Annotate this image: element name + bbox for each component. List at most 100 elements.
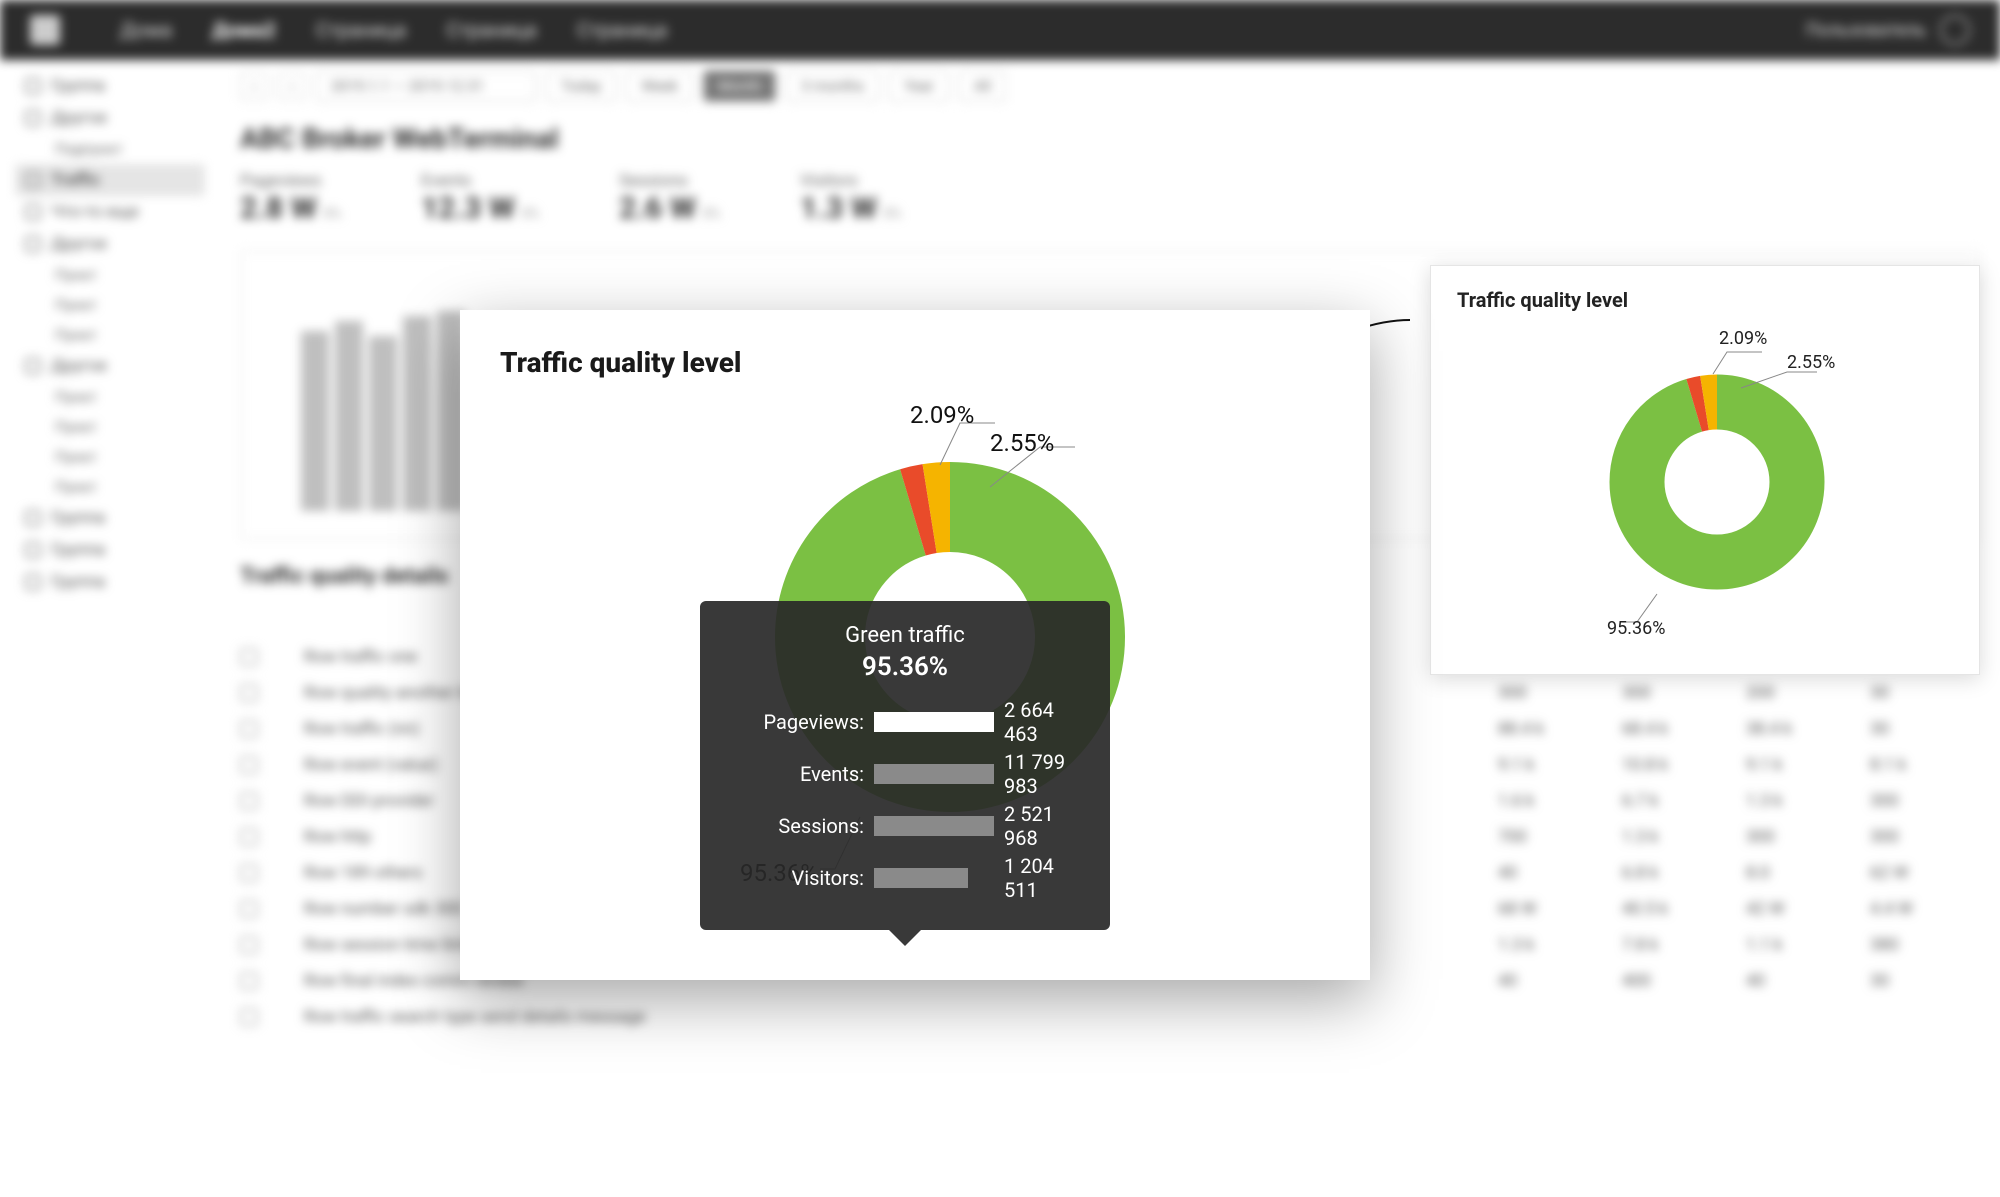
row-value: 300 [1498, 683, 1608, 703]
row-value: 40 [1498, 863, 1608, 883]
row-value: 6.8 k [1622, 863, 1732, 883]
avatar-icon [1940, 15, 1970, 45]
tooltip-bar [874, 712, 994, 732]
sidebar-item[interactable]: Что-то еще [15, 196, 205, 228]
row-value: 380 [1870, 935, 1980, 955]
sidebar: Группа Другое Подпункт Traffic Что-то ещ… [15, 70, 205, 598]
sidebar-icon [25, 78, 41, 94]
tooltip-metric-value: 11 799 983 [1004, 750, 1086, 798]
nav-item[interactable]: Дома [120, 18, 172, 42]
preset-week[interactable]: Week [626, 70, 693, 102]
sidebar-item[interactable]: Другое [15, 102, 205, 134]
row-checkbox[interactable] [240, 936, 258, 954]
date-range-display[interactable]: 2019.1.1 — 2019.12.31 [316, 70, 536, 102]
traffic-quality-small-panel: Traffic quality level 2.09% 2.55% 95.36% [1430, 265, 1980, 675]
sidebar-icon [25, 510, 41, 526]
sidebar-icon [25, 110, 41, 126]
row-value: 4.4 W [1870, 899, 1980, 919]
sidebar-subitem[interactable]: Пункт [15, 442, 205, 472]
row-value: 8.1 k [1870, 755, 1980, 775]
row-checkbox[interactable] [240, 648, 258, 666]
tooltip-metric-value: 2 521 968 [1004, 802, 1086, 850]
big-label-yellow: 2.55% [990, 429, 1054, 457]
next-period-button[interactable]: › [278, 72, 306, 100]
sidebar-item[interactable]: Другое [15, 350, 205, 382]
row-checkbox[interactable] [240, 972, 258, 990]
row-value: 1.3 k [1622, 827, 1732, 847]
row-value: 6.7 k [1622, 791, 1732, 811]
sidebar-subitem[interactable]: Подпункт [15, 134, 205, 164]
row-value: 1.3 k [1746, 791, 1856, 811]
tooltip-title: Green traffic [724, 623, 1086, 648]
kpi-row: Pageviews 2.8 W0% Events 12.3 W0% Sessio… [240, 171, 1980, 226]
sidebar-item[interactable]: Группа [15, 502, 205, 534]
sidebar-item[interactable]: Группа [15, 566, 205, 598]
row-value: 68.4 k [1622, 719, 1732, 739]
sidebar-subitem[interactable]: Пункт [15, 260, 205, 290]
row-value: 40 [1746, 971, 1856, 991]
nav-item[interactable]: Страница [446, 18, 537, 42]
preset-month[interactable]: Month [703, 70, 776, 102]
date-range-row: ‹ › 2019.1.1 — 2019.12.31 Today Week Mon… [240, 70, 1980, 102]
sidebar-subitem[interactable]: Пункт [15, 412, 205, 442]
sidebar-subitem[interactable]: Пункт [15, 290, 205, 320]
row-value: 30 [1870, 971, 1980, 991]
sidebar-icon [25, 236, 41, 252]
nav-item[interactable]: Страница [316, 18, 407, 42]
tooltip-metric-value: 1 204 511 [1004, 854, 1086, 902]
row-value: 1.6 k [1498, 791, 1608, 811]
row-checkbox[interactable] [240, 1008, 258, 1026]
sidebar-icon [25, 542, 41, 558]
row-value: 30 [1870, 719, 1980, 739]
topbar: Дома Дома2 Страница Страница Страница По… [0, 0, 2000, 60]
preset-year[interactable]: Year [889, 70, 949, 102]
tooltip-metric-value: 2 664 463 [1004, 698, 1086, 746]
page-title: ABC Broker WebTerminal [240, 122, 1980, 155]
row-checkbox[interactable] [240, 792, 258, 810]
tooltip-row: Sessions: 2 521 968 [724, 802, 1086, 850]
kpi-sessions: Sessions 2.6 W0% [619, 171, 720, 226]
row-checkbox[interactable] [240, 828, 258, 846]
tooltip-row: Events:11 799 983 [724, 750, 1086, 798]
row-value: 1.3 k [1498, 935, 1608, 955]
small-panel-title: Traffic quality level [1457, 288, 1953, 312]
tooltip-metric-label: Sessions: [724, 814, 864, 838]
sidebar-subitem[interactable]: Пункт [15, 382, 205, 412]
row-checkbox[interactable] [240, 864, 258, 882]
sidebar-item-traffic[interactable]: Traffic [15, 164, 205, 196]
nav-item[interactable]: Страница [577, 18, 668, 42]
row-value: 40.5 k [1622, 899, 1732, 919]
row-value: 1.1 k [1746, 935, 1856, 955]
kpi-visitors: Visitors 1.3 W0% [800, 171, 901, 226]
row-checkbox[interactable] [240, 756, 258, 774]
user-area[interactable]: Пользователь [1806, 15, 1970, 45]
preset-all[interactable]: All [959, 70, 1006, 102]
preset-today[interactable]: Today [546, 70, 616, 102]
row-value: 42 W [1746, 899, 1856, 919]
row-value: 300 [1870, 791, 1980, 811]
sidebar-subitem[interactable]: Пункт [15, 472, 205, 502]
nav-item[interactable]: Дома2 [212, 18, 276, 42]
row-value: 300 [1622, 683, 1732, 703]
row-value: 400 [1622, 971, 1732, 991]
row-value: 700 [1498, 827, 1608, 847]
row-checkbox[interactable] [240, 684, 258, 702]
row-value: 7.8 k [1622, 935, 1732, 955]
tooltip-bar [874, 816, 994, 836]
row-value: 88.4 k [1498, 719, 1608, 739]
tooltip-row: Visitors:1 204 511 [724, 854, 1086, 902]
traffic-quality-big-card: Traffic quality level 2.09% 2.55% 95.36%… [460, 310, 1370, 980]
sidebar-item[interactable]: Группа [15, 534, 205, 566]
prev-period-button[interactable]: ‹ [240, 72, 268, 100]
row-checkbox[interactable] [240, 900, 258, 918]
sidebar-item[interactable]: Другое [15, 228, 205, 260]
kpi-pageviews: Pageviews 2.8 W0% [240, 171, 341, 226]
sidebar-item[interactable]: Группа [15, 70, 205, 102]
row-value: 40 [1498, 971, 1608, 991]
table-row[interactable]: Row traffic search type send details mes… [240, 999, 1980, 1035]
row-value: 9.1 k [1746, 755, 1856, 775]
row-checkbox[interactable] [240, 720, 258, 738]
small-label-green: 95.36% [1607, 618, 1665, 639]
preset-3months[interactable]: 3 months [786, 70, 879, 102]
sidebar-subitem[interactable]: Пункт [15, 320, 205, 350]
